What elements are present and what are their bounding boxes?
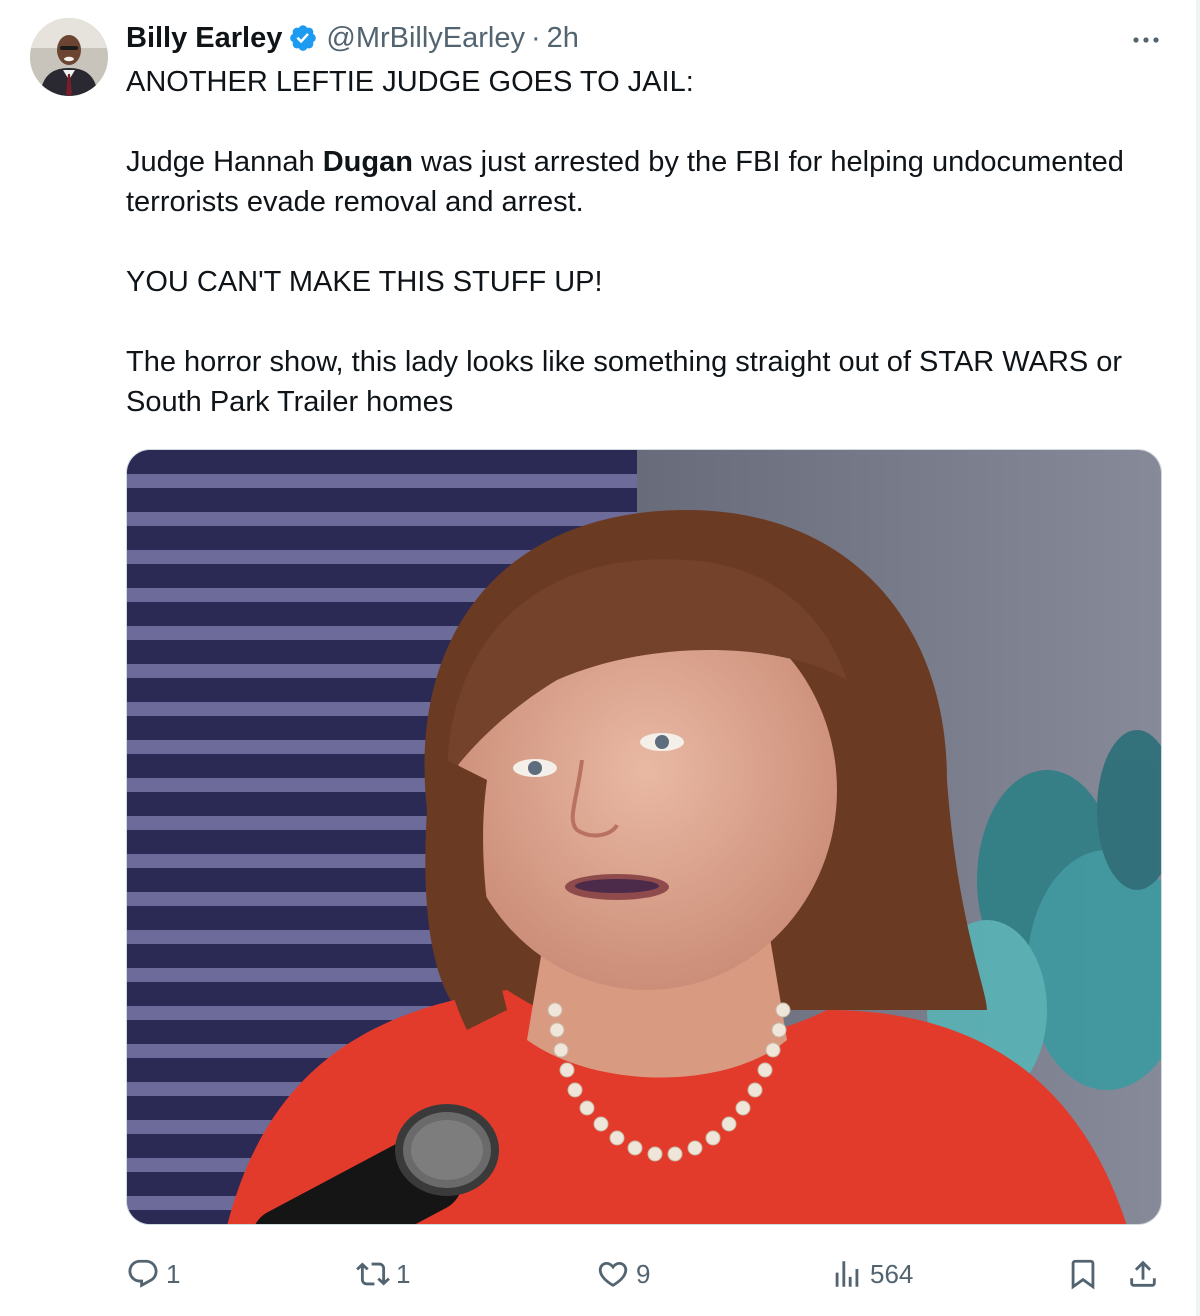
repost-count: 1	[396, 1258, 411, 1289]
like-icon	[596, 1257, 630, 1291]
tweet-media-photo[interactable]	[126, 449, 1162, 1225]
bookmark-icon	[1066, 1257, 1100, 1291]
share-button[interactable]	[1126, 1246, 1160, 1302]
tweet-text: ANOTHER LEFTIE JUDGE GOES TO JAIL: Judge…	[126, 62, 1166, 422]
repost-icon	[356, 1257, 390, 1291]
reply-count: 1	[166, 1258, 181, 1289]
verified-badge-icon	[288, 23, 318, 53]
timestamp[interactable]: 2h	[547, 22, 579, 55]
bookmark-button[interactable]	[1066, 1246, 1100, 1302]
separator-dot: ·	[531, 21, 541, 54]
tweet-paragraph-3: YOU CAN'T MAKE THIS STUFF UP!	[126, 266, 603, 298]
avatar-image	[30, 18, 108, 96]
author-handle[interactable]: @MrBillyEarley	[326, 22, 525, 55]
photo-image	[127, 450, 1161, 1224]
repost-button[interactable]: 1	[356, 1246, 410, 1302]
right-divider	[1196, 0, 1200, 1316]
tweet-paragraph-4: The horror show, this lady looks like so…	[126, 346, 1131, 418]
tweet-header: Billy Earley @MrBillyEarley · 2h	[126, 18, 579, 58]
reply-button[interactable]: 1	[126, 1246, 180, 1302]
author-name[interactable]: Billy Earley	[126, 22, 282, 55]
more-icon[interactable]	[1128, 26, 1164, 52]
bold-text: Dugan	[322, 146, 413, 178]
reply-icon	[126, 1257, 160, 1291]
tweet-paragraph-2: Judge Hannah Dugan was just arrested by …	[126, 142, 1166, 222]
tweet-line-1: ANOTHER LEFTIE JUDGE GOES TO JAIL:	[126, 66, 694, 98]
views-icon	[830, 1257, 864, 1291]
like-count: 9	[636, 1258, 651, 1289]
tweet-actions: 1 1 9 564	[0, 1246, 1200, 1302]
like-button[interactable]: 9	[596, 1246, 650, 1302]
text-segment: Judge Hannah	[126, 146, 323, 178]
share-icon	[1126, 1257, 1160, 1291]
views-button[interactable]: 564	[830, 1246, 913, 1302]
avatar[interactable]	[30, 18, 108, 96]
views-count: 564	[870, 1258, 914, 1289]
